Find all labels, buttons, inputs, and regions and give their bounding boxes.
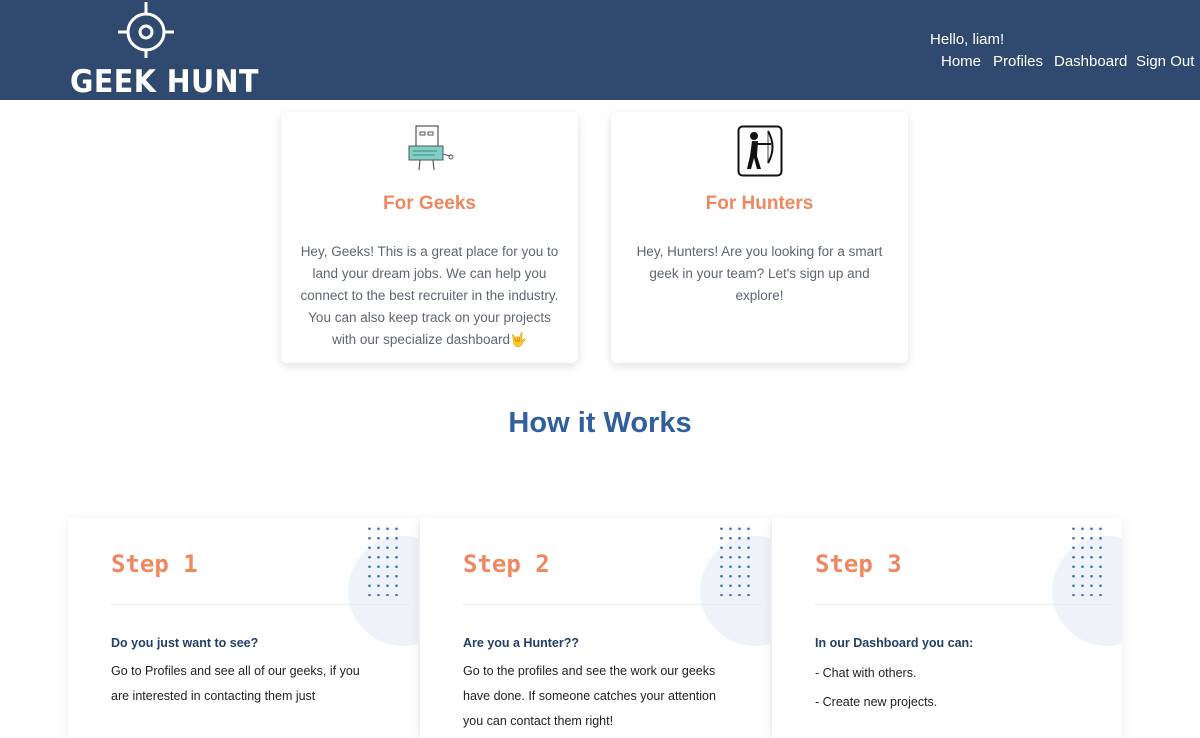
how-it-works-title: How it Works	[508, 407, 692, 439]
step-divider	[111, 604, 411, 605]
for-geeks-card: For Geeks Hey, Geeks! This is a great pl…	[281, 112, 578, 363]
nav-home-link[interactable]: Home	[941, 53, 981, 70]
step-3-subtitle: In our Dashboard you can:	[815, 636, 974, 650]
top-navbar: GEEK HUNT Hello, liam! Home Profiles Das…	[0, 0, 1200, 100]
list-item: - Create new projects.	[815, 695, 938, 709]
crosshair-logo-icon	[118, 2, 174, 58]
nav-profiles-link[interactable]: Profiles	[993, 53, 1043, 70]
for-hunters-card: For Hunters Hey, Hunters! Are you lookin…	[611, 112, 908, 363]
nav-sign-out-link[interactable]: Sign Out	[1136, 53, 1194, 70]
step-2-body: Go to the profiles and see the work our …	[463, 664, 716, 728]
for-geeks-title: For Geeks	[383, 193, 476, 214]
for-hunters-text: Hey, Hunters! Are you looking for a smar…	[636, 244, 883, 303]
step-divider	[463, 604, 763, 605]
step-1-body: Go to Profiles and see all of our geeks,…	[111, 664, 360, 703]
logo-text: GEEK HUNT	[70, 64, 259, 100]
step-1-title: Step 1	[111, 550, 198, 578]
site-logo[interactable]: GEEK HUNT	[70, 0, 259, 100]
step-3-title: Step 3	[815, 550, 902, 578]
for-hunters-title: For Hunters	[705, 193, 814, 214]
for-geeks-text: Hey, Geeks! This is a great place for yo…	[300, 244, 559, 347]
step-2-card: Step 2 Are you a Hunter?? Go to the prof…	[420, 518, 770, 738]
step-1-subtitle: Do you just want to see?	[111, 636, 259, 650]
step-2-subtitle: Are you a Hunter??	[463, 636, 579, 650]
dots-pattern-icon	[365, 524, 399, 596]
list-item: - Chat with others.	[815, 666, 917, 680]
geek-robot-icon	[408, 125, 454, 171]
step-3-card: Step 3 In our Dashboard you can: - Chat …	[772, 518, 1122, 738]
step-divider	[815, 604, 1115, 605]
archer-icon	[737, 125, 783, 177]
nav-dashboard-link[interactable]: Dashboard	[1054, 53, 1127, 70]
step-3-list: - Chat with others. - Create new project…	[815, 659, 937, 717]
step-2-title: Step 2	[463, 550, 550, 578]
dots-pattern-icon	[717, 524, 751, 596]
step-1-card: Step 1 Do you just want to see? Go to Pr…	[68, 518, 418, 738]
dots-pattern-icon	[1069, 524, 1103, 596]
user-greeting: Hello, liam!	[930, 31, 1005, 48]
